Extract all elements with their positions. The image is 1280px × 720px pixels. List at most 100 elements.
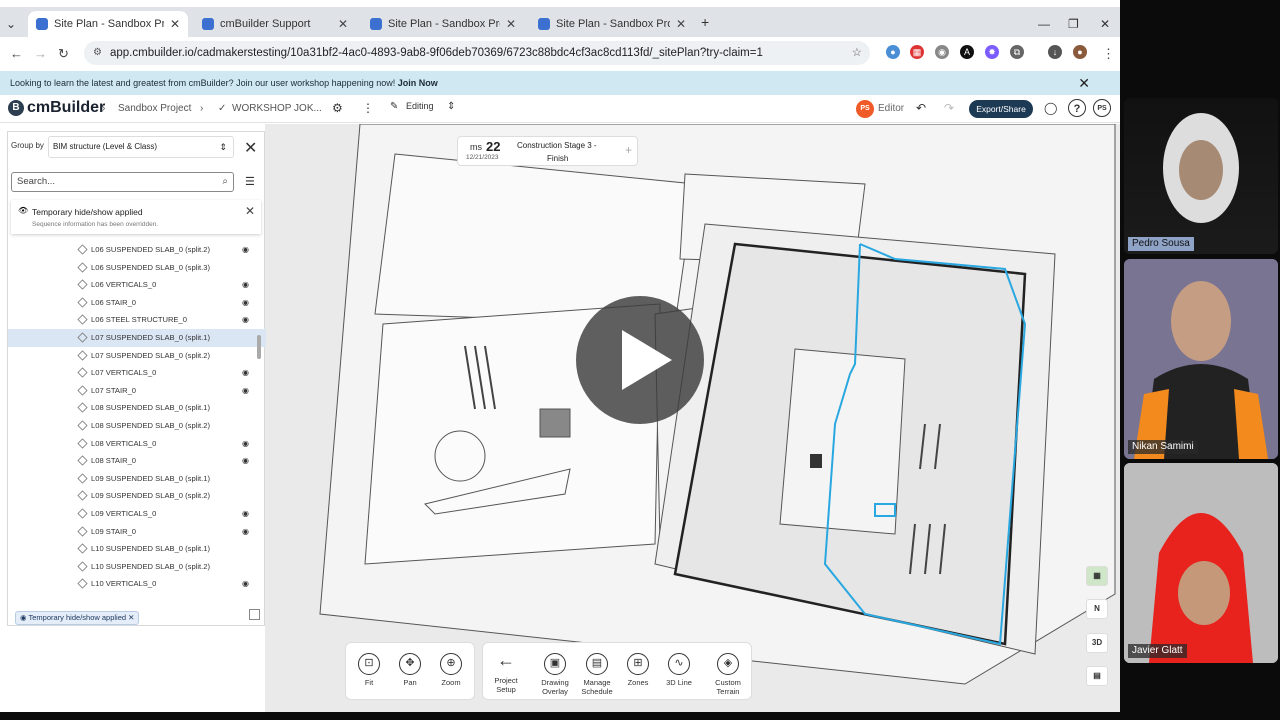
- tree-item[interactable]: L06 SUSPENDED SLAB_0 (split.2) ◉: [8, 241, 266, 259]
- fit-tool[interactable]: ⊡ Fit: [349, 653, 389, 687]
- profile-avatar[interactable]: PS: [1093, 99, 1111, 117]
- tree-item[interactable]: L08 SUSPENDED SLAB_0 (split.2): [8, 417, 266, 435]
- close-panel-icon[interactable]: ✕: [244, 138, 257, 158]
- tree-item[interactable]: L07 VERTICALS_0 ◉: [8, 364, 266, 382]
- site-plan-canvas[interactable]: [265, 124, 1120, 712]
- close-tab-icon[interactable]: ✕: [170, 17, 180, 31]
- updown-chevron-icon[interactable]: ⇕: [447, 101, 455, 112]
- zones-tool[interactable]: ⊞ Zones: [618, 653, 658, 687]
- browser-menu-icon[interactable]: ⋮: [1102, 46, 1115, 62]
- comment-icon[interactable]: ◯: [1044, 101, 1057, 115]
- calendar-extension-icon[interactable]: ▦: [910, 45, 924, 59]
- tree-item[interactable]: L10 SUSPENDED SLAB_0 (split.2): [8, 558, 266, 576]
- tree-item[interactable]: L07 SUSPENDED SLAB_0 (split.2): [8, 347, 266, 365]
- tree-item[interactable]: L10 VERTICALS_0 ◉: [8, 575, 266, 593]
- extension-icon[interactable]: ●: [886, 45, 900, 59]
- close-tab-icon[interactable]: ✕: [338, 17, 348, 31]
- search-input[interactable]: Search... ⌕: [11, 172, 234, 192]
- tree-item[interactable]: L06 VERTICALS_0 ◉: [8, 276, 266, 294]
- 3d-line-tool[interactable]: ∿ 3D Line: [659, 653, 699, 687]
- tree-item[interactable]: L09 VERTICALS_0 ◉: [8, 505, 266, 523]
- bookmark-star-icon[interactable]: ☆: [852, 41, 862, 65]
- legend-button[interactable]: ▤: [1086, 666, 1108, 686]
- redo-icon[interactable]: ↷: [944, 101, 954, 115]
- visibility-eye-icon[interactable]: ◉: [242, 523, 249, 541]
- undo-icon[interactable]: ↶: [916, 101, 926, 115]
- breadcrumb-workshop[interactable]: WORKSHOP JOK...: [232, 103, 322, 114]
- pan-tool[interactable]: ✥ Pan: [390, 653, 430, 687]
- breadcrumb-project[interactable]: Sandbox Project: [118, 103, 191, 114]
- ai-extension-icon[interactable]: ✸: [985, 45, 999, 59]
- puzzle-extensions-icon[interactable]: ⧉: [1010, 45, 1024, 59]
- visibility-eye-icon[interactable]: ◉: [242, 311, 249, 329]
- chip-close-icon[interactable]: ✕: [128, 613, 134, 622]
- north-button[interactable]: N: [1086, 599, 1108, 619]
- join-now-link[interactable]: Join Now: [398, 78, 438, 88]
- drawing-overlay-tool[interactable]: ▣ Drawing Overlay: [535, 653, 575, 696]
- restore-icon[interactable]: ❐: [1068, 17, 1079, 31]
- download-icon[interactable]: ↓: [1048, 45, 1062, 59]
- visibility-eye-icon[interactable]: ◉: [242, 452, 249, 470]
- temporary-filter-chip[interactable]: ◉ Temporary hide/show applied ✕: [15, 611, 140, 625]
- visibility-eye-icon[interactable]: ◉: [242, 294, 249, 312]
- stage-card[interactable]: ms 22 12/21/2023 Construction Stage 3 - …: [457, 136, 638, 166]
- tab-site-plan-2[interactable]: Site Plan - Sandbox Project | cm ✕: [362, 11, 524, 37]
- visibility-eye-icon[interactable]: ◉: [242, 276, 249, 294]
- back-icon[interactable]: ←: [10, 46, 23, 61]
- tree-item[interactable]: L06 STAIR_0 ◉: [8, 294, 266, 312]
- close-tab-icon[interactable]: ✕: [676, 17, 686, 31]
- group-by-select[interactable]: BIM structure (Level & Class) ⇕: [48, 136, 234, 158]
- url-field[interactable]: ⚙ app.cmbuilder.io/cadmakerstesting/10a3…: [84, 41, 870, 65]
- export-share-button[interactable]: Export/Share: [969, 100, 1033, 118]
- custom-terrain-tool[interactable]: ◈ Custom Terrain: [708, 653, 748, 696]
- close-tab-icon[interactable]: ✕: [506, 17, 516, 31]
- tree-item[interactable]: L09 SUSPENDED SLAB_0 (split.2): [8, 487, 266, 505]
- tree-item[interactable]: L08 STAIR_0 ◉: [8, 452, 266, 470]
- tree-item[interactable]: L08 SUSPENDED SLAB_0 (split.1): [8, 399, 266, 417]
- user-badge[interactable]: PS: [856, 100, 874, 118]
- view-3d-button[interactable]: 3D: [1086, 633, 1108, 653]
- tree-item[interactable]: L08 VERTICALS_0 ◉: [8, 435, 266, 453]
- more-vertical-icon[interactable]: ⋮: [362, 101, 374, 115]
- tab-search-icon[interactable]: ⌄: [6, 17, 16, 31]
- close-notice-icon[interactable]: ✕: [245, 204, 255, 218]
- help-icon[interactable]: ?: [1068, 99, 1086, 117]
- zoom-tool[interactable]: ⊕ Zoom: [431, 653, 471, 687]
- tree-item[interactable]: L06 SUSPENDED SLAB_0 (split.3): [8, 259, 266, 277]
- visibility-eye-icon[interactable]: ◉: [242, 575, 249, 593]
- manage-schedule-tool[interactable]: ▤ Manage Schedule: [577, 653, 617, 696]
- video-play-button[interactable]: [576, 296, 704, 424]
- map-layer-button[interactable]: ▦: [1086, 566, 1108, 586]
- mode-select[interactable]: Editing: [406, 101, 434, 111]
- reload-icon[interactable]: ↻: [58, 46, 69, 62]
- a-extension-icon[interactable]: A: [960, 45, 974, 59]
- expand-panel-icon[interactable]: [249, 609, 260, 620]
- tab-site-plan-1[interactable]: Site Plan - Sandbox Project | cm ✕: [28, 11, 188, 37]
- visibility-eye-icon[interactable]: ◉: [242, 505, 249, 523]
- visibility-eye-icon[interactable]: ◉: [242, 435, 249, 453]
- banner-close-icon[interactable]: ✕: [1078, 71, 1090, 95]
- project-setup-tool[interactable]: ← Project Setup: [486, 651, 526, 695]
- profile-avatar-icon[interactable]: ●: [1073, 45, 1087, 59]
- tree-item[interactable]: L10 SUSPENDED SLAB_0 (split.1): [8, 540, 266, 558]
- tree-item[interactable]: L07 SUSPENDED SLAB_0 (split.1): [8, 328, 266, 347]
- add-stage-icon[interactable]: +: [625, 143, 632, 157]
- visibility-eye-icon[interactable]: ◉: [242, 382, 249, 400]
- cmbuilder-logo[interactable]: B cmBuilder: [8, 99, 105, 117]
- tree-scrollbar[interactable]: [257, 335, 261, 359]
- tree-item[interactable]: L09 SUSPENDED SLAB_0 (split.1): [8, 470, 266, 488]
- settings-gear-icon[interactable]: ⚙: [332, 101, 343, 115]
- site-info-icon[interactable]: ⚙: [93, 41, 102, 65]
- tree-item[interactable]: L07 STAIR_0 ◉: [8, 382, 266, 400]
- close-window-icon[interactable]: ✕: [1100, 17, 1110, 31]
- tree-item[interactable]: L09 STAIR_0 ◉: [8, 523, 266, 541]
- visibility-eye-icon[interactable]: ◉: [242, 364, 249, 382]
- sort-list-icon[interactable]: ☰: [245, 175, 255, 188]
- minimize-icon[interactable]: —: [1038, 17, 1050, 31]
- tab-site-plan-3[interactable]: Site Plan - Sandbox Project | cm ✕: [530, 11, 694, 37]
- visibility-eye-icon[interactable]: ◉: [242, 241, 249, 259]
- tab-support[interactable]: cmBuilder Support ✕: [194, 11, 356, 37]
- forward-icon[interactable]: →: [34, 46, 47, 61]
- tree-item[interactable]: L06 STEEL STRUCTURE_0 ◉: [8, 311, 266, 329]
- camera-extension-icon[interactable]: ◉: [935, 45, 949, 59]
